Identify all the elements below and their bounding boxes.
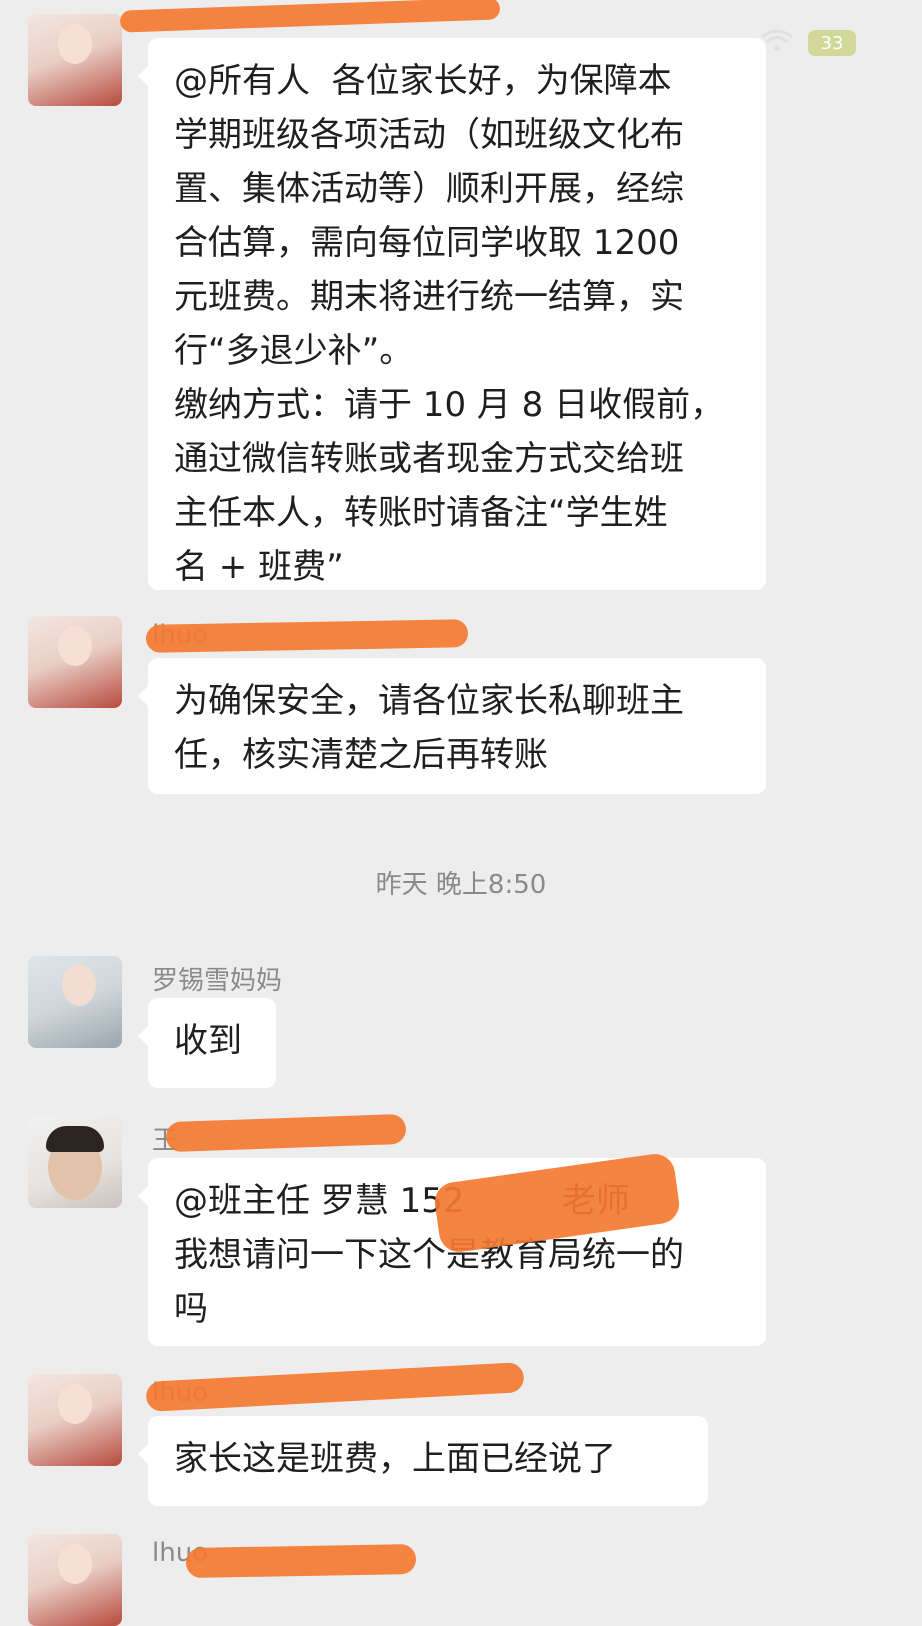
redaction-mark — [119, 0, 501, 33]
timestamp: 昨天 晚上8:50 — [375, 870, 547, 900]
avatar[interactable] — [28, 1116, 122, 1208]
redaction-mark — [145, 619, 469, 653]
avatar[interactable] — [28, 956, 122, 1048]
redaction-mark — [145, 1362, 525, 1412]
redaction-mark — [185, 1543, 417, 1579]
message-bubble[interactable]: 为确保安全，请各位家长私聊班主 任，核实清楚之后再转账 — [138, 658, 766, 794]
sender-name: 罗锡雪妈妈 — [152, 966, 283, 996]
message-bubble[interactable]: 家长这是班费，上面已经说了 — [138, 1416, 708, 1506]
status-bar: 33 — [760, 28, 856, 58]
avatar[interactable] — [28, 1374, 122, 1466]
battery-icon: 33 — [808, 30, 856, 56]
message-bubble[interactable]: 收到 — [138, 998, 276, 1088]
message-bubble[interactable]: @所有人 各位家长好，为保障本 学期班级各项活动（如班级文化布 置、集体活动等）… — [138, 38, 766, 590]
avatar[interactable] — [28, 616, 122, 708]
avatar[interactable] — [28, 1534, 122, 1626]
avatar[interactable] — [28, 14, 122, 106]
redaction-mark — [165, 1113, 407, 1153]
